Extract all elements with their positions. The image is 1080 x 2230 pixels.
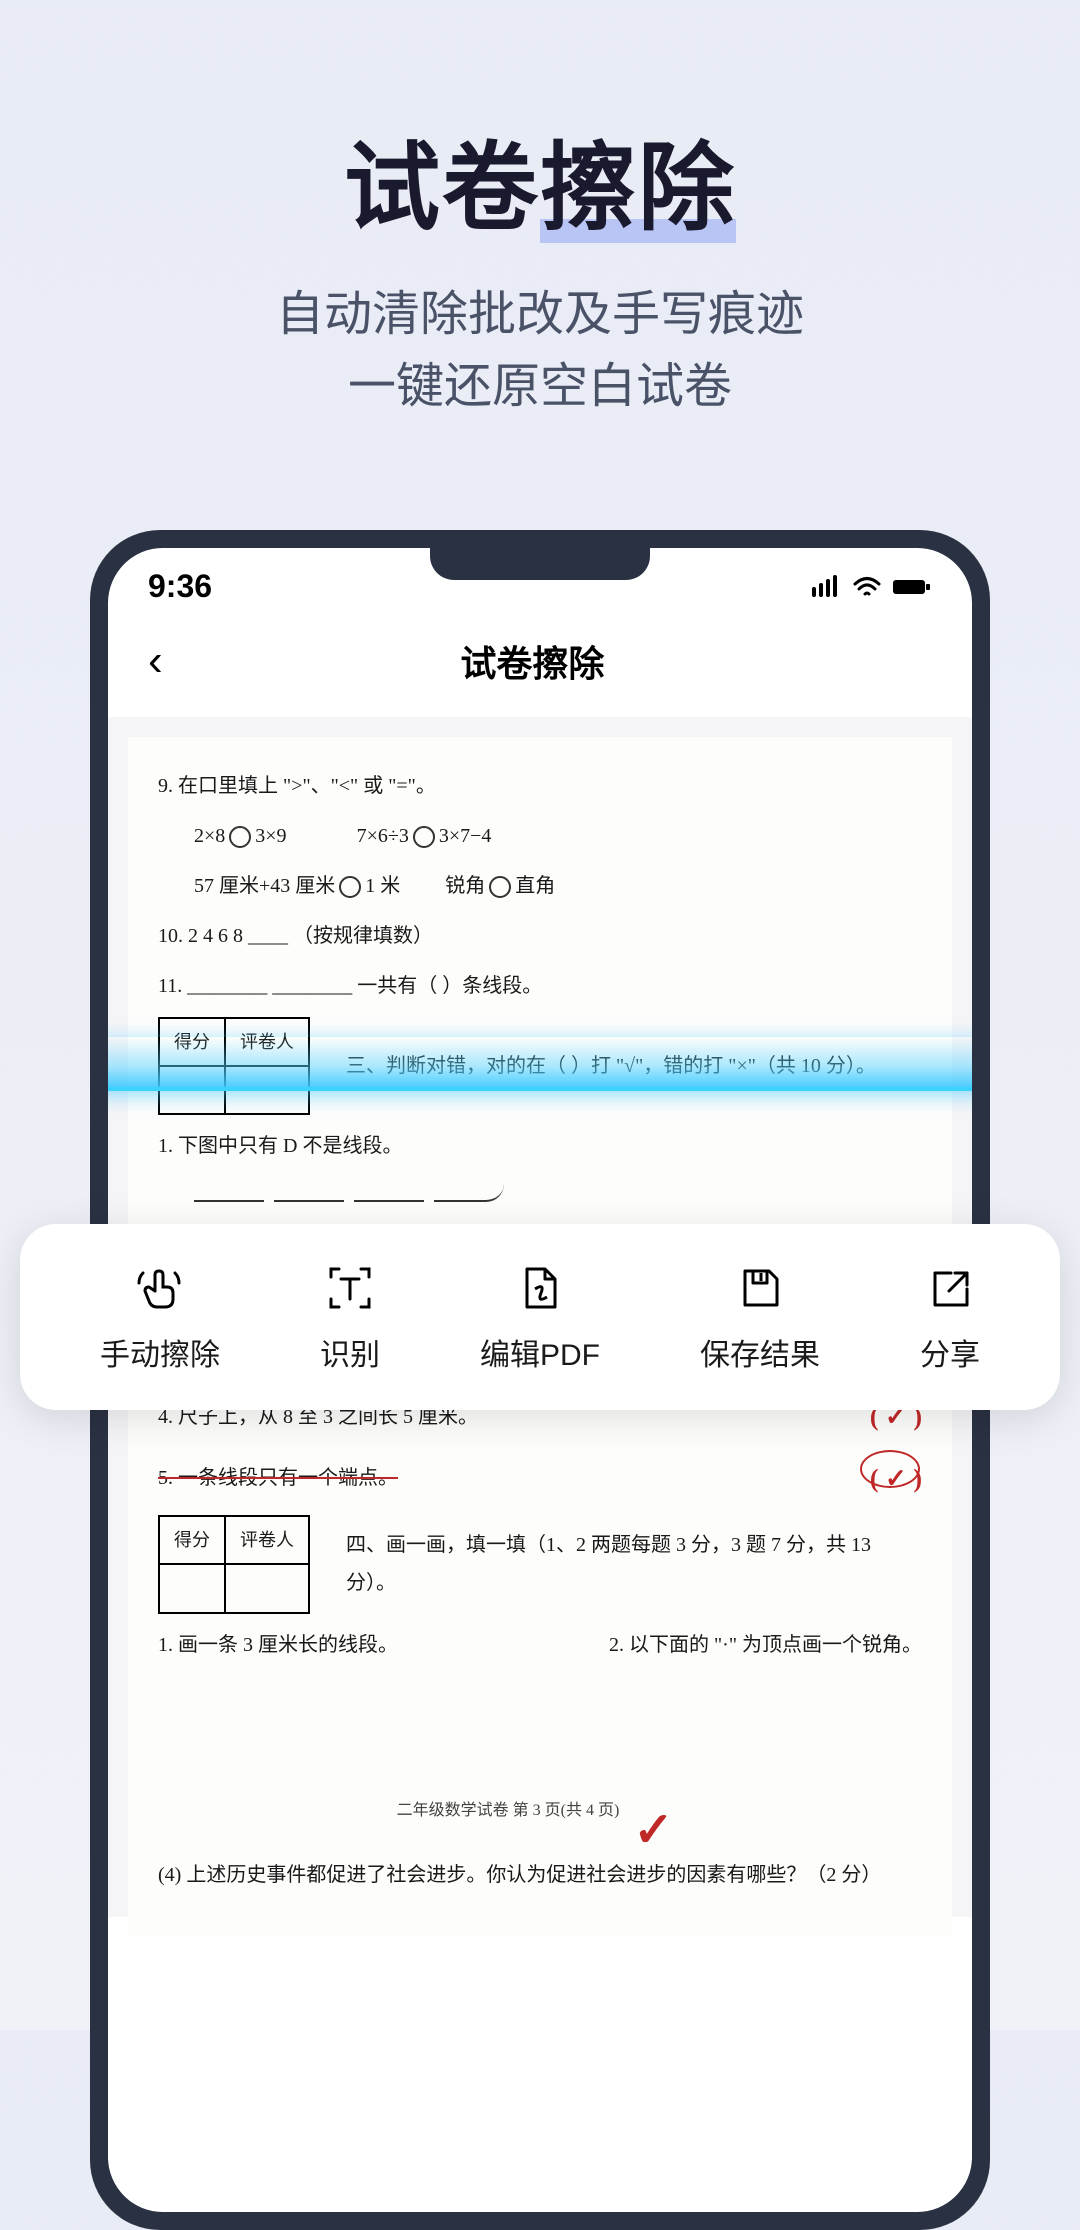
blank-circle-icon	[339, 876, 361, 898]
share-button[interactable]: 分享	[920, 1260, 980, 1374]
hero-title: 试卷擦除	[0, 110, 1080, 249]
phone-notch	[430, 548, 650, 580]
doc-j1-blanks	[158, 1177, 922, 1215]
doc-j5: 5. 一条线段只有一个端点。( ✓ )	[158, 1454, 922, 1503]
doc-j1: 1. 下图中只有 D 不是线段。	[158, 1127, 922, 1165]
ocr-button[interactable]: 识别	[320, 1260, 380, 1374]
save-icon	[732, 1260, 788, 1316]
tool-label: 识别	[320, 1330, 380, 1374]
doc-draw-row: 1. 画一条 3 厘米长的线段。 2. 以下面的 "·" 为顶点画一个锐角。	[158, 1626, 922, 1664]
doc-sec4-text: 四、画一画，填一填（1、2 两题每题 3 分，3 题 7 分，共 13 分）。	[346, 1526, 922, 1602]
blank-circle-icon	[229, 826, 251, 848]
signal-icon	[812, 568, 842, 605]
blank-circle-icon	[413, 826, 435, 848]
hero-title-plain: 试卷	[344, 135, 540, 242]
blank-circle-icon	[489, 876, 511, 898]
status-time: 9:36	[148, 568, 212, 605]
hero-sub-line1: 自动清除批改及手写痕迹	[0, 279, 1080, 351]
page-title: 试卷擦除	[173, 635, 892, 687]
doc-q10: 10. 2 4 6 8 ____ （按规律填数）	[158, 917, 922, 955]
app-header: ‹ 试卷擦除	[108, 615, 972, 707]
doc-footer: 二年级数学试卷 第 3 页(共 4 页)	[158, 1796, 922, 1826]
scan-progress-line	[108, 1037, 972, 1091]
doc-q9-row2: 57 厘米+43 厘米1 米 锐角直角	[158, 867, 922, 905]
tool-label: 手动擦除	[100, 1330, 220, 1374]
text-scan-icon	[322, 1260, 378, 1316]
doc-q4-bottom: (4) 上述历史事件都促进了社会进步。你认为促进社会进步的因素有哪些？（2 分）	[158, 1856, 922, 1894]
hero-sub-line2: 一键还原空白试卷	[0, 351, 1080, 423]
doc-q9: 9. 在口里填上 ">"、"<" 或 "="。	[158, 767, 922, 805]
tool-label: 编辑PDF	[480, 1330, 600, 1374]
doc-section4-header: 得分评卷人 四、画一画，填一填（1、2 两题每题 3 分，3 题 7 分，共 1…	[158, 1515, 922, 1613]
tool-label: 保存结果	[700, 1330, 820, 1374]
hero-subtitle: 自动清除批改及手写痕迹 一键还原空白试卷	[0, 279, 1080, 423]
battery-icon	[892, 568, 932, 605]
wifi-icon	[852, 568, 882, 605]
bottom-toolbar: 手动擦除 识别 编辑PDF 保存结果 分享	[20, 1224, 1060, 1410]
status-indicators	[812, 568, 932, 605]
edit-pdf-button[interactable]: 编辑PDF	[480, 1260, 600, 1374]
score-table: 得分评卷人	[158, 1515, 310, 1613]
save-result-button[interactable]: 保存结果	[700, 1260, 820, 1374]
tool-label: 分享	[920, 1330, 980, 1374]
back-button[interactable]: ‹	[138, 636, 173, 686]
share-icon	[922, 1260, 978, 1316]
doc-q9-row1: 2×83×9 7×6÷33×7−4	[158, 817, 922, 855]
manual-erase-button[interactable]: 手动擦除	[100, 1260, 220, 1374]
doc-q11: 11. ________ ________ 一共有（ ）条线段。	[158, 967, 922, 1005]
hand-tap-icon	[132, 1260, 188, 1316]
hero-title-highlight: 擦除	[540, 110, 736, 249]
pdf-file-icon	[512, 1260, 568, 1316]
mark-correct-circled-icon: ( ✓ )	[870, 1454, 922, 1503]
